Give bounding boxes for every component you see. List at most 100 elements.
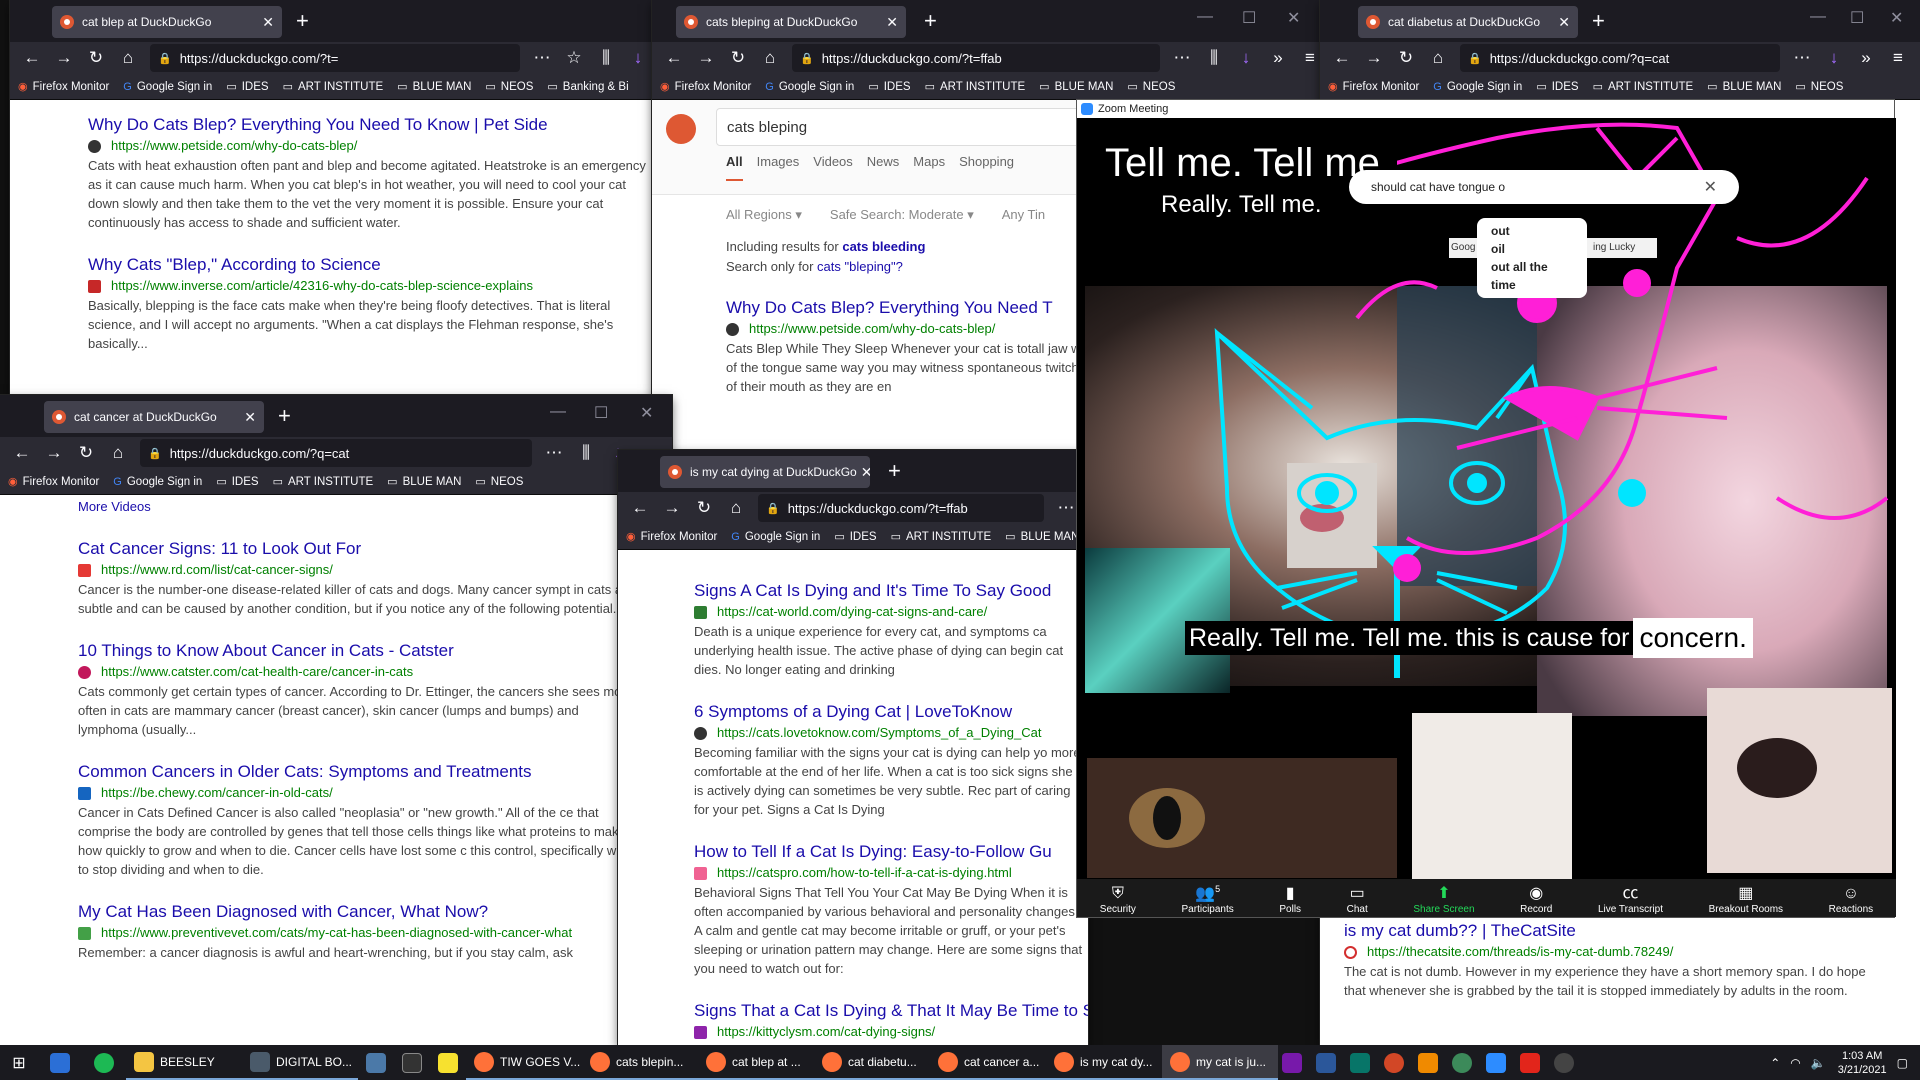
- overflow-icon[interactable]: »: [1262, 48, 1294, 68]
- bookmark-blue-man[interactable]: ▭ BLUE MAN: [397, 80, 471, 94]
- bookmark-google-sign-in[interactable]: G Google Sign in: [765, 81, 854, 93]
- powerpoint-icon[interactable]: [1384, 1052, 1404, 1073]
- new-tab-button[interactable]: +: [1592, 8, 1605, 34]
- volume-icon[interactable]: 🔈: [1811, 1056, 1826, 1070]
- result-url[interactable]: https://thecatsite.com/threads/is-my-cat…: [1344, 942, 1920, 962]
- forward-icon[interactable]: →: [656, 498, 688, 518]
- onenote-icon[interactable]: [1282, 1052, 1302, 1073]
- new-tab-button[interactable]: +: [278, 403, 291, 429]
- store-pinned[interactable]: [38, 1045, 82, 1080]
- result-url[interactable]: https://cat-world.com/dying-cat-signs-an…: [694, 602, 1088, 622]
- taskbar-app[interactable]: DIGITAL BO...: [242, 1045, 358, 1080]
- bookmark-firefox-monitor[interactable]: ◉ Firefox Monitor: [626, 530, 717, 544]
- result-url[interactable]: https://catspro.com/how-to-tell-if-a-cat…: [694, 863, 1088, 883]
- close-window-icon[interactable]: ✕: [1890, 8, 1903, 28]
- bookmark-firefox-monitor[interactable]: ◉ Firefox Monitor: [1328, 80, 1419, 94]
- acrobat-icon[interactable]: [1520, 1052, 1540, 1073]
- breakout-rooms-button[interactable]: ▦ Breakout Rooms: [1709, 884, 1783, 915]
- page-actions-icon[interactable]: ⋯: [1786, 48, 1818, 68]
- minimize-icon[interactable]: —: [1197, 8, 1213, 26]
- safe-search-filter[interactable]: Safe Search: Moderate ▾: [830, 207, 974, 223]
- bookmark-firefox-monitor[interactable]: ◉ Firefox Monitor: [660, 80, 751, 94]
- bookmark-art-institute[interactable]: ▭ ART INSTITUTE: [925, 80, 1026, 94]
- close-tab-icon[interactable]: ✕: [882, 14, 898, 31]
- bookmark-neos[interactable]: ▭ NEOS: [1127, 80, 1175, 94]
- home-icon[interactable]: ⌂: [720, 498, 752, 518]
- tab-cat-diabetus[interactable]: cat diabetus at DuckDuckGo ✕: [1358, 6, 1578, 38]
- url-bar[interactable]: 🔒 https://duckduckgo.com/?q=cat: [140, 439, 532, 467]
- result-url[interactable]: https://be.chewy.com/cancer-in-old-cats/: [78, 783, 672, 803]
- back-icon[interactable]: ←: [658, 48, 690, 68]
- reload-icon[interactable]: ↻: [688, 498, 720, 518]
- suggestion-item[interactable]: out: [1491, 222, 1573, 240]
- taskbar-app[interactable]: cats blepin...: [582, 1045, 698, 1080]
- library-icon[interactable]: ⫼: [1198, 48, 1230, 68]
- download-icon[interactable]: ↓: [1818, 48, 1850, 68]
- page-actions-icon[interactable]: ⋯: [538, 443, 570, 463]
- bookmark-ides[interactable]: ▭ IDES: [834, 530, 876, 544]
- tab-cat-blep[interactable]: cat blep at DuckDuckGo ✕: [52, 6, 282, 38]
- tab-all[interactable]: All: [726, 154, 743, 181]
- reactions-button[interactable]: ☺ Reactions: [1829, 884, 1873, 915]
- menu-icon[interactable]: ≡: [1882, 48, 1914, 68]
- home-icon[interactable]: ⌂: [754, 48, 786, 68]
- result-title[interactable]: Cat Cancer Signs: 11 to Look Out For: [78, 538, 672, 560]
- bookmark-neos[interactable]: ▭ NEOS: [475, 475, 523, 489]
- region-filter[interactable]: All Regions ▾: [726, 207, 802, 223]
- result-title[interactable]: Signs A Cat Is Dying and It's Time To Sa…: [694, 580, 1088, 602]
- back-icon[interactable]: ←: [624, 498, 656, 518]
- bookmark-ides[interactable]: ▭ IDES: [226, 80, 268, 94]
- taskbar-app[interactable]: BEESLEY: [126, 1045, 242, 1080]
- result-title[interactable]: 6 Symptoms of a Dying Cat | LoveToKnow: [694, 701, 1088, 723]
- only-term-link[interactable]: cats "bleping"?: [817, 259, 903, 274]
- bookmark-ides[interactable]: ▭ IDES: [868, 80, 910, 94]
- zoom-video-area[interactable]: Tell me. Tell me. Really. Tell me. shoul…: [1077, 118, 1896, 881]
- forward-icon[interactable]: →: [38, 443, 70, 463]
- tab-videos[interactable]: Videos: [813, 154, 853, 181]
- live-transcript-button[interactable]: ㏄ Live Transcript: [1598, 884, 1663, 915]
- home-icon[interactable]: ⌂: [112, 48, 144, 68]
- bookmark-google-sign-in[interactable]: G Google Sign in: [123, 81, 212, 93]
- result-title[interactable]: Why Cats "Blep," According to Science: [88, 254, 660, 276]
- forward-icon[interactable]: →: [1358, 48, 1390, 68]
- more-videos-link[interactable]: More Videos: [78, 499, 672, 514]
- bookmark-google-sign-in[interactable]: G Google Sign in: [113, 476, 202, 488]
- url-bar[interactable]: 🔒 https://duckduckgo.com/?t=ffab: [792, 44, 1160, 72]
- taskbar-app[interactable]: TIW GOES V...: [466, 1045, 582, 1080]
- google-search-button[interactable]: Goog: [1449, 238, 1477, 258]
- time-filter[interactable]: Any Tin: [1002, 207, 1045, 223]
- close-tab-icon[interactable]: ✕: [1554, 14, 1570, 31]
- reload-icon[interactable]: ↻: [70, 443, 102, 463]
- home-icon[interactable]: ⌂: [1422, 48, 1454, 68]
- duckduckgo-logo-icon[interactable]: [666, 114, 696, 144]
- obs-icon[interactable]: [1554, 1052, 1574, 1073]
- result-url[interactable]: https://kittyclysm.com/cat-dying-signs/: [694, 1022, 1088, 1042]
- result-url[interactable]: https://www.petside.com/why-do-cats-blep…: [88, 136, 660, 156]
- bookmark-blue-man[interactable]: ▭ BLUE MAN: [387, 475, 461, 489]
- result-url[interactable]: https://www.catster.com/cat-health-care/…: [78, 662, 672, 682]
- chrome-icon[interactable]: [1452, 1052, 1472, 1073]
- start-button[interactable]: ⊞: [0, 1045, 38, 1080]
- taskbar-app-active[interactable]: my cat is ju...: [1162, 1045, 1278, 1080]
- taskbar-app[interactable]: cat cancer a...: [930, 1045, 1046, 1080]
- bookmark-art-institute[interactable]: ▭ ART INSTITUTE: [1593, 80, 1694, 94]
- bookmark-firefox-monitor[interactable]: ◉ Firefox Monitor: [8, 475, 99, 489]
- bookmark-ides[interactable]: ▭ IDES: [1536, 80, 1578, 94]
- maximize-icon[interactable]: ☐: [594, 403, 608, 423]
- spotify-pinned[interactable]: [82, 1045, 126, 1080]
- back-icon[interactable]: ←: [6, 443, 38, 463]
- notification-icon[interactable]: ▢: [1897, 1056, 1908, 1070]
- taskbar-pinned[interactable]: [358, 1045, 394, 1080]
- bookmark-art-institute[interactable]: ▭ ART INSTITUTE: [273, 475, 374, 489]
- result-title[interactable]: 10 Things to Know About Cancer in Cats -…: [78, 640, 672, 662]
- tab-maps[interactable]: Maps: [913, 154, 945, 181]
- participants-button[interactable]: 👥5 Participants: [1182, 879, 1234, 915]
- clock[interactable]: 1:03 AM 3/21/2021: [1838, 1049, 1887, 1077]
- new-tab-button[interactable]: +: [888, 458, 901, 484]
- result-title[interactable]: How to Tell If a Cat Is Dying: Easy-to-F…: [694, 841, 1088, 863]
- chevron-up-icon[interactable]: ⌃: [1770, 1056, 1780, 1070]
- forward-icon[interactable]: →: [690, 48, 722, 68]
- maximize-icon[interactable]: ☐: [1850, 8, 1864, 28]
- page-actions-icon[interactable]: ⋯: [1166, 48, 1198, 68]
- taskbar-app[interactable]: cat diabetu...: [814, 1045, 930, 1080]
